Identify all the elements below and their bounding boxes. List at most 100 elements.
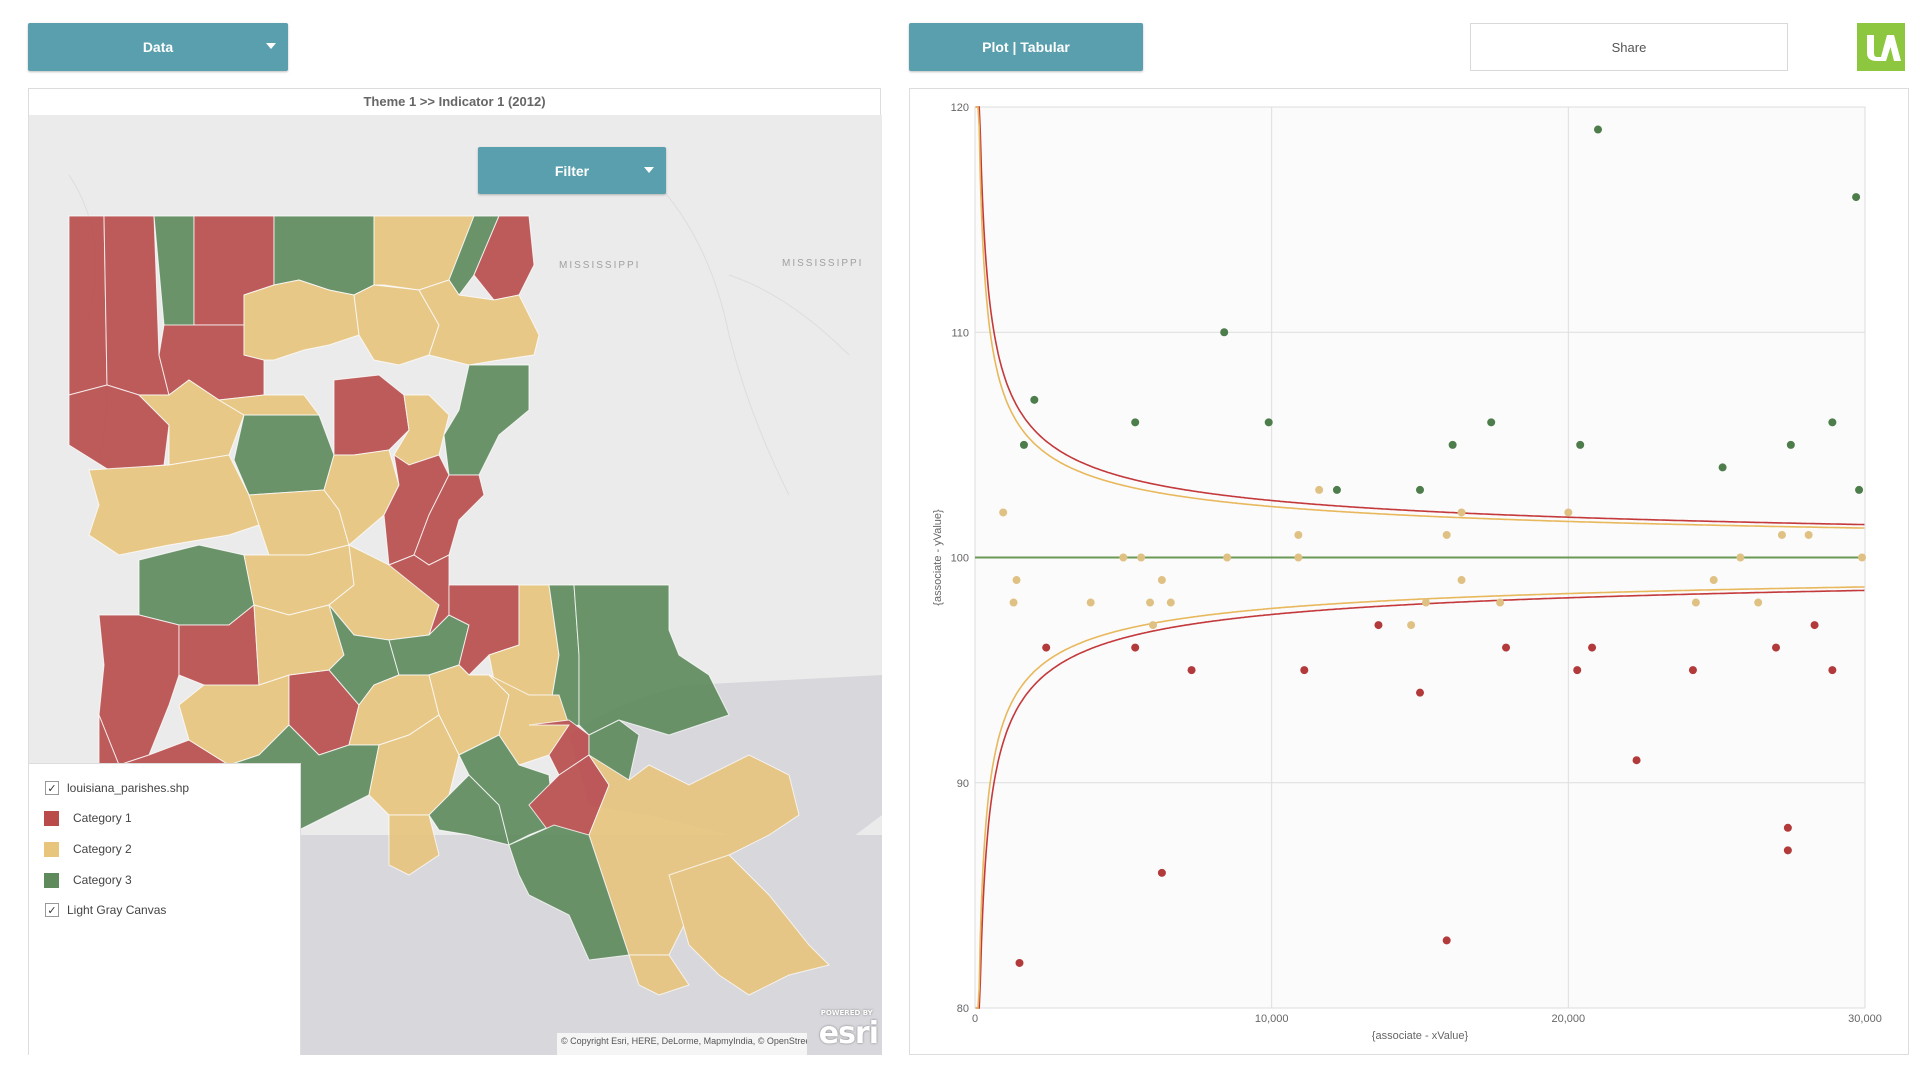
data-point (1442, 530, 1451, 539)
data-point (1442, 936, 1451, 945)
category-2-swatch (44, 841, 59, 857)
map-copyright: © Copyright Esri, HERE, DeLorme, MapmyIn… (557, 1033, 807, 1055)
esri-wordmark: esri (818, 1016, 879, 1051)
data-point (1718, 463, 1727, 472)
category-1-label: Category 1 (73, 811, 132, 825)
esri-logo: POWERED BY esri (818, 1009, 879, 1051)
x-tick-label: 0 (972, 1013, 978, 1025)
y-tick-label: 110 (951, 327, 969, 339)
data-point (1786, 440, 1795, 449)
data-point (1804, 530, 1813, 539)
data-point (1777, 530, 1786, 539)
data-point (1315, 485, 1324, 494)
data-point (1294, 530, 1303, 539)
data-point (1166, 598, 1175, 607)
data-point (1736, 553, 1745, 562)
data-point (1594, 125, 1602, 134)
data-point (1502, 643, 1511, 652)
x-axis-label: {associate - xValue} (1372, 1030, 1469, 1042)
layer-checkbox[interactable]: ✓ (45, 781, 59, 795)
data-point (1264, 418, 1273, 427)
app-logo (1857, 23, 1905, 71)
x-tick-label: 30,000 (1848, 1013, 1882, 1025)
data-point (1828, 666, 1837, 675)
data-point (1828, 418, 1837, 427)
data-point (1149, 621, 1157, 630)
data-point (1187, 666, 1196, 675)
data-point (1576, 440, 1585, 449)
map-title: Theme 1 >> Indicator 1 (2012) (29, 89, 880, 115)
data-dropdown-label: Data (142, 39, 174, 55)
data-point (1855, 485, 1864, 494)
data-point (1223, 553, 1232, 562)
data-point (1496, 598, 1505, 607)
data-point (1573, 666, 1582, 675)
legend-layer-row[interactable]: ✓ louisiana_parishes.shp (45, 778, 189, 798)
chevron-down-icon (266, 43, 276, 49)
data-point (1294, 553, 1303, 562)
parish[interactable] (233, 414, 335, 496)
data-point (1783, 823, 1792, 832)
y-axis-label: {associate - yValue} (932, 509, 944, 606)
data-point (1564, 508, 1573, 517)
share-label: Share (1611, 39, 1647, 55)
data-point (1407, 621, 1416, 630)
data-point (1146, 598, 1155, 607)
plot-tabular-button[interactable]: Plot | Tabular (909, 23, 1143, 71)
parish[interactable] (138, 544, 255, 626)
data-point (1457, 576, 1466, 585)
data-point (1015, 958, 1024, 967)
data-point (1157, 576, 1166, 585)
data-point (1157, 868, 1166, 877)
data-point (1448, 440, 1457, 449)
data-point (1852, 193, 1861, 202)
x-tick-label: 20,000 (1552, 1013, 1586, 1025)
legend-category-1: Category 1 (44, 808, 132, 828)
esri-powered-by: POWERED BY (820, 1009, 873, 1017)
plot-panel: 0 10,000 20,000 30,000 80 90 100 110 120 {associ… (909, 88, 1909, 1055)
data-point (1220, 328, 1229, 337)
category-1-swatch (44, 810, 59, 826)
filter-label: Filter (554, 162, 590, 179)
data-point (1030, 395, 1039, 404)
data-point (1688, 666, 1697, 675)
data-point (1086, 598, 1095, 607)
data-point (1137, 553, 1146, 562)
share-button[interactable]: Share (1470, 23, 1788, 71)
category-2-label: Category 2 (73, 842, 132, 856)
legend-category-2: Category 2 (44, 839, 132, 859)
map-view[interactable]: MISSISSIPPI MISSISSIPPI Filter ✓ louisia… (29, 115, 882, 1055)
data-point (1019, 440, 1028, 449)
basemap-label: Light Gray Canvas (67, 903, 167, 917)
data-point (1487, 418, 1496, 427)
data-point (1119, 553, 1128, 562)
data-point (1416, 485, 1424, 494)
state-label-mississippi-2: MISSISSIPPI (782, 258, 863, 269)
state-label-mississippi: MISSISSIPPI (559, 260, 640, 271)
data-point (1131, 418, 1140, 427)
parish[interactable] (68, 215, 108, 396)
data-point (1300, 666, 1309, 675)
y-tick-label: 100 (951, 553, 969, 565)
legend-basemap-row[interactable]: ✓ Light Gray Canvas (45, 900, 166, 920)
map-legend: ✓ louisiana_parishes.shp Category 1 Cate… (29, 763, 301, 1055)
chevron-down-icon (644, 167, 654, 173)
data-dropdown[interactable]: Data (28, 23, 288, 71)
filter-dropdown[interactable]: Filter (478, 147, 666, 194)
data-point (1012, 576, 1021, 585)
scatter-chart[interactable]: 0 10,000 20,000 30,000 80 90 100 110 120 {associ… (910, 89, 1910, 1056)
data-point (1810, 621, 1819, 630)
category-3-swatch (44, 872, 59, 888)
data-point (1374, 621, 1383, 630)
data-point (1858, 553, 1867, 562)
category-3-label: Category 3 (73, 873, 132, 887)
data-point (1783, 846, 1792, 855)
basemap-checkbox[interactable]: ✓ (45, 903, 59, 917)
y-tick-label: 90 (957, 778, 969, 790)
data-point (1691, 598, 1700, 607)
data-point (1421, 598, 1430, 607)
data-point (1416, 688, 1424, 697)
data-point (999, 508, 1008, 517)
data-point (1009, 598, 1018, 607)
data-point (1588, 643, 1597, 652)
